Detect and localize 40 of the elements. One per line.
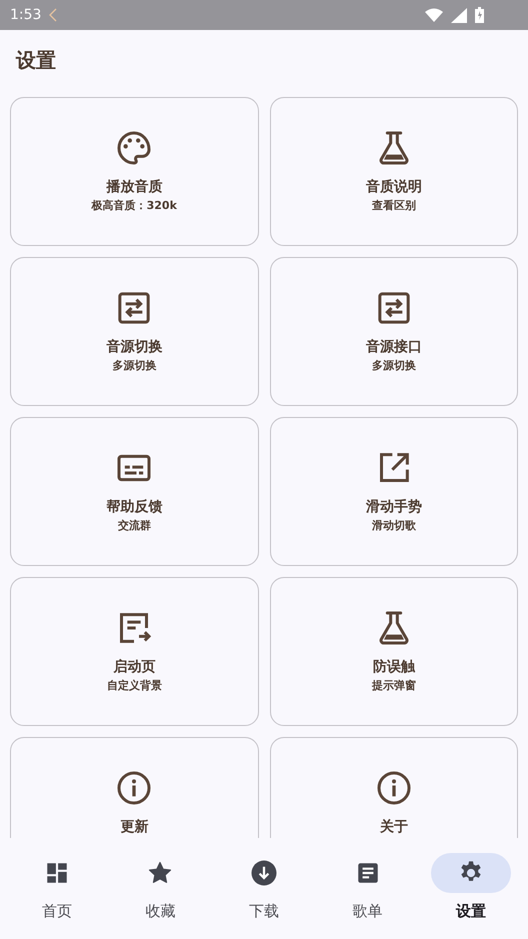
card-title: 帮助反馈 [106, 499, 162, 516]
card-title: 音源切换 [106, 339, 162, 356]
setting-card[interactable]: 音源切换 多源切换 [10, 257, 258, 406]
nav-tab[interactable]: 设置 [419, 838, 523, 939]
card-title: 播放音质 [106, 179, 162, 196]
setting-card[interactable]: 更新 [10, 737, 258, 838]
nav-tab[interactable]: 收藏 [108, 838, 212, 939]
download-icon [248, 858, 279, 888]
card-title: 防误触 [372, 659, 415, 676]
status-time: 1:53 [10, 7, 42, 23]
card-subtitle: 交流群 [118, 518, 151, 533]
card-subtitle: 查看区别 [372, 198, 416, 213]
wifi-icon [425, 8, 443, 22]
battery-icon [475, 7, 484, 23]
card-title: 音源接口 [366, 339, 422, 356]
setting-card[interactable]: 启动页 自定义背景 [10, 577, 258, 726]
card-subtitle: 提示弹窗 [372, 678, 416, 693]
card-title: 启动页 [113, 659, 156, 676]
nav-tab[interactable]: 歌单 [316, 838, 420, 939]
card-subtitle: 多源切换 [372, 358, 416, 373]
nav-tab[interactable]: 下载 [212, 838, 316, 939]
card-subtitle: 滑动切歌 [372, 518, 416, 533]
card-subtitle: 自定义背景 [106, 678, 162, 693]
signal-icon [451, 8, 467, 22]
setting-card[interactable]: 帮助反馈 交流群 [10, 417, 258, 566]
setting-card[interactable]: 音质说明 查看区别 [270, 97, 518, 246]
setting-card[interactable]: 滑动手势 滑动切歌 [270, 417, 518, 566]
setting-card[interactable]: 防误触 提示弹窗 [270, 577, 518, 726]
setting-card[interactable]: 关于 [270, 737, 518, 838]
card-title: 更新 [120, 819, 148, 836]
card-subtitle: 多源切换 [112, 358, 156, 373]
page-title: 设置 [16, 47, 56, 74]
setting-card[interactable]: 播放音质 极高音质：320k [10, 97, 258, 246]
setting-card[interactable]: 音源接口 多源切换 [270, 257, 518, 406]
card-subtitle: 极高音质：320k [92, 198, 177, 213]
back-chevron-icon [49, 8, 58, 22]
nav-tab[interactable]: 首页 [5, 838, 109, 939]
card-title: 滑动手势 [366, 499, 422, 516]
card-title: 音质说明 [366, 179, 422, 196]
card-title: 关于 [380, 819, 408, 836]
